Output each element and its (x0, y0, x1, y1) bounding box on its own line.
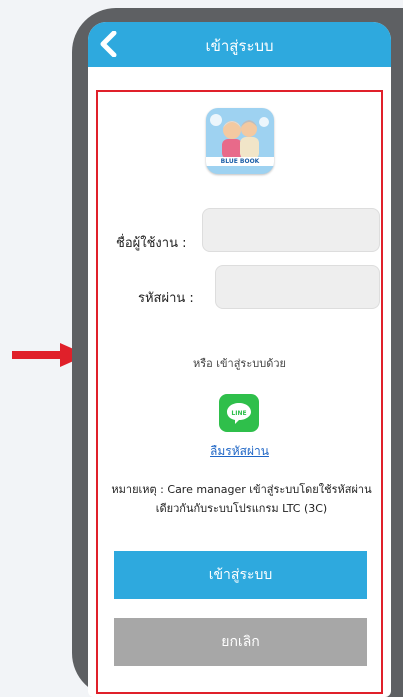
app-logo: BLUE BOOK (206, 108, 274, 174)
top-bar: เข้าสู่ระบบ (88, 22, 391, 67)
logo-caption: BLUE BOOK (206, 157, 274, 166)
username-label: ชื่อผู้ใช้งาน : (116, 236, 187, 251)
line-icon: LINE (227, 403, 251, 424)
login-note: หมายเหตุ : Care manager เข้าสู่ระบบโดยใช… (111, 483, 372, 515)
alt-login-text: หรือ เข้าสู่ระบบด้วย (193, 357, 286, 370)
username-input[interactable] (202, 208, 380, 252)
cancel-button[interactable]: ยกเลิก (114, 618, 367, 666)
password-input[interactable] (215, 265, 380, 309)
line-icon-label: LINE (231, 410, 246, 417)
login-screen: เข้าสู่ระบบ BLUE BOOK ชื่อผู้ใช้งาน : รห… (88, 22, 391, 697)
line-login-button[interactable]: LINE (219, 394, 259, 432)
page-title: เข้าสู่ระบบ (205, 37, 274, 55)
forgot-password-link[interactable]: ลืมรหัสผ่าน (88, 442, 391, 461)
highlight-frame (96, 90, 383, 694)
login-button[interactable]: เข้าสู่ระบบ (114, 551, 367, 599)
password-label: รหัสผ่าน : (138, 291, 194, 306)
